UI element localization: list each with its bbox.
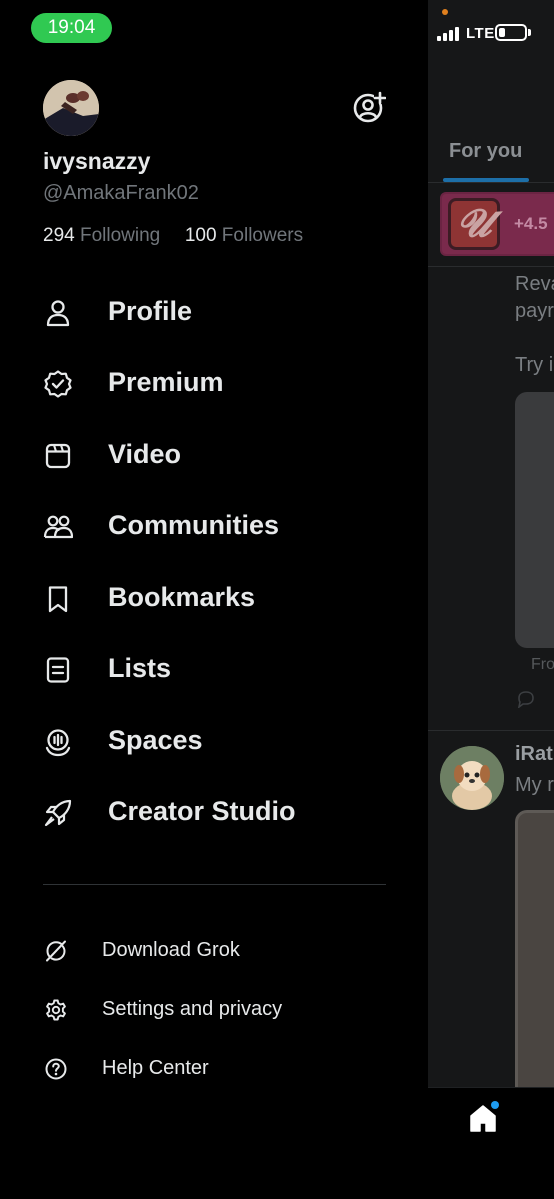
battery-icon bbox=[495, 24, 527, 41]
add-account-icon[interactable] bbox=[352, 91, 386, 125]
menu-item-communities[interactable]: Communities bbox=[0, 497, 428, 557]
menu-item-label: Bookmarks bbox=[108, 582, 256, 612]
post-author-avatar[interactable] bbox=[440, 746, 504, 810]
spaces-icon bbox=[45, 729, 71, 757]
privacy-indicator-dot bbox=[442, 9, 448, 15]
list-icon bbox=[46, 657, 70, 683]
verified-badge-icon bbox=[44, 370, 72, 398]
navigation-drawer: 19:04 ivysnazzy @AmakaFrank02 294 Follow… bbox=[0, 0, 428, 1199]
rocket-icon bbox=[44, 799, 72, 827]
menu-item-label: Lists bbox=[108, 653, 172, 683]
menu-item-label: Communities bbox=[108, 510, 280, 540]
promo-divider bbox=[428, 266, 554, 267]
menu-item-label: Download Grok bbox=[102, 939, 240, 961]
menu-item-spaces[interactable]: Spaces bbox=[0, 712, 428, 772]
menu-item-settings-privacy[interactable]: Settings and privacy bbox=[0, 987, 428, 1033]
post-text-line: payr bbox=[515, 300, 554, 322]
menu-item-label: Profile bbox=[108, 296, 193, 326]
menu-item-lists[interactable]: Lists bbox=[0, 640, 428, 700]
bookmark-icon bbox=[48, 586, 68, 613]
menu-item-bookmarks[interactable]: Bookmarks bbox=[0, 569, 428, 629]
menu-item-premium[interactable]: Premium bbox=[0, 354, 428, 414]
feed-status-bar: LTE bbox=[428, 0, 554, 66]
menu-divider bbox=[43, 884, 386, 885]
network-type: LTE bbox=[466, 25, 495, 42]
menu-item-creator-studio[interactable]: Creator Studio bbox=[0, 783, 428, 843]
gear-icon bbox=[46, 999, 66, 1021]
tab-for-you[interactable]: For you bbox=[449, 140, 522, 163]
post-divider bbox=[428, 730, 554, 731]
notification-dot bbox=[491, 1101, 499, 1109]
promo-banner[interactable]: 𝓤 +4.5 bbox=[440, 192, 554, 256]
post-text-line: Reva bbox=[515, 273, 554, 295]
menu-item-label: Creator Studio bbox=[108, 796, 296, 826]
following-label: Following bbox=[79, 225, 161, 246]
tabs-divider bbox=[428, 182, 554, 183]
post-text-line: Try i bbox=[515, 354, 554, 376]
help-icon bbox=[45, 1058, 67, 1080]
menu-item-profile[interactable]: Profile bbox=[0, 283, 428, 343]
reply-icon[interactable] bbox=[516, 690, 536, 708]
status-time: 19:04 bbox=[31, 13, 112, 43]
post-text: My r bbox=[515, 774, 554, 796]
menu-item-label: Help Center bbox=[102, 1057, 209, 1079]
post-media[interactable] bbox=[515, 810, 554, 1100]
following-count: 294 bbox=[43, 225, 75, 246]
followers-label: Followers bbox=[221, 225, 304, 246]
menu-item-help-center[interactable]: Help Center bbox=[0, 1046, 428, 1092]
profile-display-name[interactable]: ivysnazzy bbox=[43, 148, 150, 175]
menu-item-video[interactable]: Video bbox=[0, 426, 428, 486]
video-icon bbox=[45, 443, 71, 469]
avatar[interactable] bbox=[43, 80, 99, 136]
grok-icon bbox=[46, 940, 66, 962]
signal-strength-icon bbox=[437, 27, 459, 41]
menu-item-label: Video bbox=[108, 439, 182, 469]
menu-item-download-grok[interactable]: Download Grok bbox=[0, 928, 428, 974]
followers-link[interactable]: 100 Followers bbox=[185, 225, 303, 246]
person-icon bbox=[46, 300, 70, 327]
menu-item-label: Premium bbox=[108, 367, 224, 397]
post-media-card[interactable] bbox=[515, 392, 554, 648]
post-author-name[interactable]: iRat bbox=[515, 743, 553, 766]
battery-cap bbox=[528, 29, 531, 36]
promo-logo-icon: 𝓤 bbox=[448, 198, 500, 250]
menu-item-label: Settings and privacy bbox=[102, 998, 283, 1020]
profile-handle: @AmakaFrank02 bbox=[43, 182, 199, 204]
post-text: Reva payr bbox=[515, 271, 554, 325]
promo-value: +4.5 bbox=[514, 214, 548, 233]
followers-count: 100 bbox=[184, 225, 217, 246]
following-link[interactable]: 294 Following bbox=[43, 225, 166, 246]
communities-icon bbox=[43, 515, 73, 539]
post-source-label: Fro bbox=[531, 656, 554, 673]
follow-stats: 294 Following 100 Followers bbox=[43, 225, 303, 247]
menu-item-label: Spaces bbox=[108, 725, 203, 755]
background-feed: LTE For you 𝓤 +4.5 Reva payr Try i Fro i… bbox=[428, 0, 554, 1199]
